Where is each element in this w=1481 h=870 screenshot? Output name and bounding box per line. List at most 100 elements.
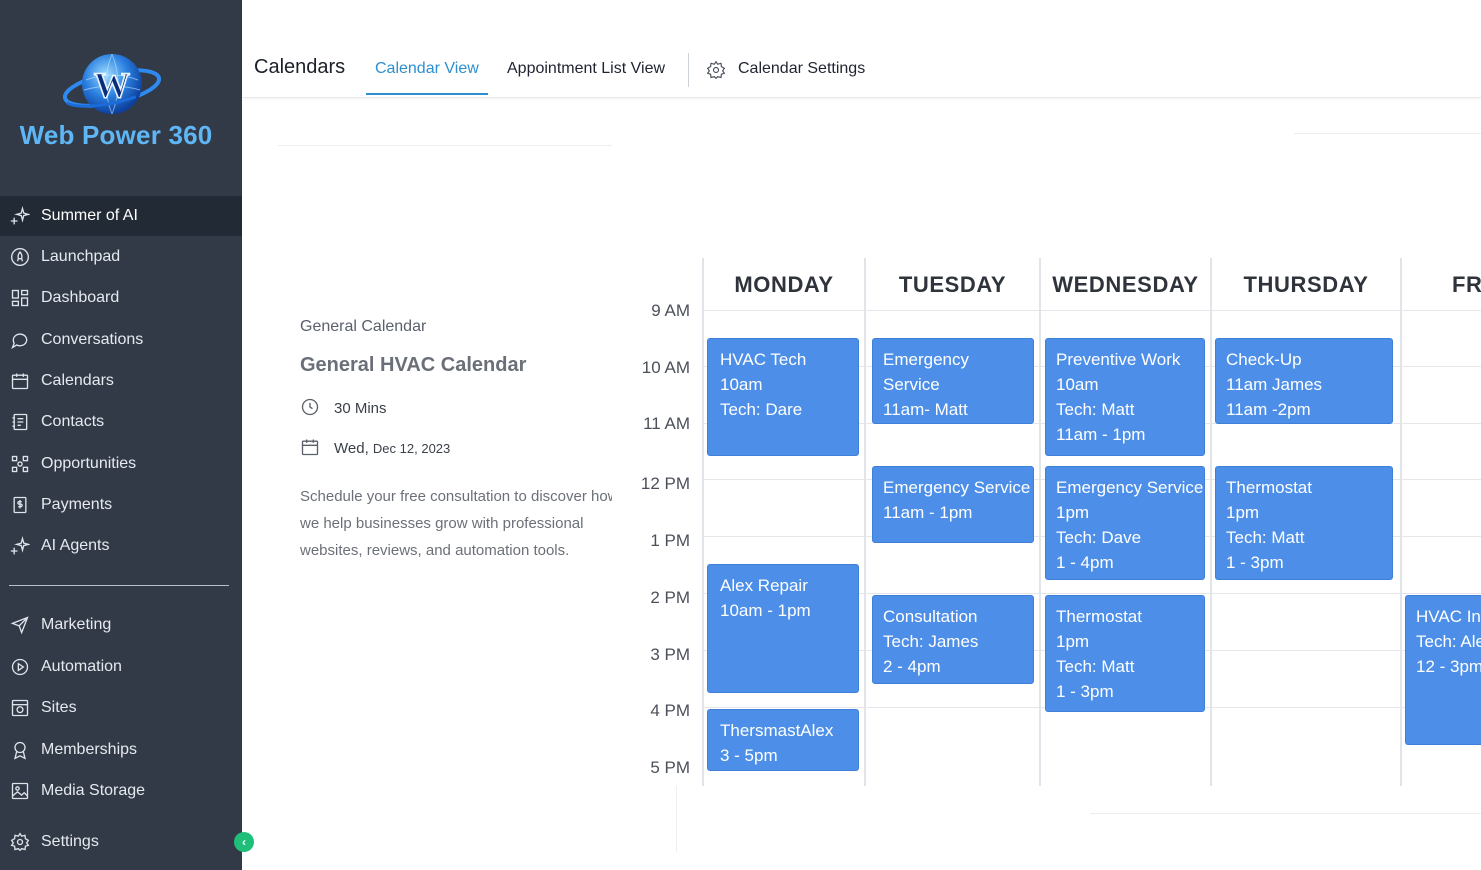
time-label: 5 PM [650, 758, 690, 777]
event-line: 1 - 3pm [1226, 553, 1284, 572]
sidebar-item-label: Dashboard [41, 289, 120, 306]
event-line: 1 - 4pm [1056, 553, 1114, 572]
sidebar-item-label: AI Agents [41, 537, 110, 554]
event-line: 11am- Matt [883, 400, 968, 419]
event-card[interactable]: Thermostat 1pm Tech: Matt 1 - 3pm [1215, 466, 1393, 580]
event-card[interactable]: Emergency Service 11am - 1pm [872, 466, 1034, 543]
sidebar-item-label: Payments [41, 496, 113, 513]
sidebar-item-summer-of-ai[interactable]: Summer of AI [0, 196, 242, 236]
sidebar-item-settings[interactable]: Settings [0, 822, 242, 862]
calendar-icon [9, 370, 31, 392]
event-card[interactable]: Thermostat 1pm Tech: Matt 1 - 3pm [1045, 595, 1205, 712]
time-label: 10 AM [641, 358, 690, 377]
sparkle-icon [9, 205, 31, 227]
tab-calendar-view[interactable]: Calendar View [375, 60, 479, 78]
date-text: Dec 12, 2023 [372, 440, 451, 456]
calendar-title: General HVAC Calendar [300, 354, 527, 376]
hour-line [702, 310, 1481, 311]
event-card[interactable]: Check-Up 11am James 11am -2pm [1215, 338, 1393, 424]
sites-icon [9, 697, 31, 719]
time-label: 2 PM [650, 588, 690, 607]
date-row: Wed, Dec 12, 2023 [300, 437, 612, 459]
description-line: Schedule your free consultation to disco… [300, 488, 612, 505]
sidebar-item-media-storage[interactable]: Media Storage [0, 771, 242, 811]
event-line: Emergency Service [883, 478, 1031, 497]
sidebar-item-label: Media Storage [41, 782, 146, 799]
sidebar-item-label: Contacts [41, 413, 105, 430]
event-line: HVAC Install [1416, 607, 1481, 626]
calendar-grid: 9 AM 10 AM 11 AM 12 PM 1 PM 2 PM 3 PM 4 … [632, 258, 1481, 786]
event-line: HVAC Tech [720, 350, 807, 369]
brand-logo[interactable]: W Web Power 360 [0, 0, 242, 196]
tab-separator [688, 53, 689, 87]
event-card[interactable]: ThersmastAlex 3 - 5pm [707, 709, 859, 771]
time-label: 9 AM [651, 301, 690, 320]
sidebar-divider [9, 585, 229, 586]
time-label: 4 PM [650, 701, 690, 720]
sidebar-collapse-button[interactable]: ‹ [234, 832, 254, 852]
event-line: Service [883, 375, 940, 394]
sidebar-item-payments[interactable]: Payments [0, 485, 242, 525]
contacts-icon [9, 411, 31, 433]
event-line: 2 - 4pm [883, 657, 941, 676]
event-line: Tech: Dare [720, 400, 803, 419]
panel-border-left [676, 786, 677, 852]
clock-icon [300, 397, 322, 419]
sidebar-item-conversations[interactable]: Conversations [0, 320, 242, 360]
event-line: Consultation [883, 607, 978, 626]
time-label: 12 PM [640, 474, 690, 493]
description-line: we help businesses grow with professiona… [300, 515, 584, 532]
day-header-tuesday: TUESDAY [898, 272, 1007, 297]
event-card[interactable]: HVAC Tech 10am Tech: Dare [707, 338, 859, 456]
sidebar-item-opportunities[interactable]: Opportunities [0, 444, 242, 484]
event-card[interactable]: Alex Repair 10am - 1pm [707, 564, 859, 693]
event-card[interactable]: Emergency Service 1pm Tech: Dave 1 - 4pm [1045, 466, 1205, 580]
day-column-line [1210, 258, 1212, 786]
panel-border-bottom [1090, 813, 1481, 814]
event-line: 11am -2pm [1226, 400, 1311, 419]
sidebar-item-launchpad[interactable]: Launchpad [0, 237, 242, 277]
chat-bubble-icon [9, 329, 31, 351]
event-card[interactable]: HVAC Install Tech: Alex 12 - 3pm [1405, 595, 1481, 745]
sidebar-item-automation[interactable]: Automation [0, 647, 242, 687]
event-line: Preventive Work [1056, 350, 1181, 369]
description-line: websites, reviews, and automation tools. [300, 542, 570, 559]
sidebar-item-label: Calendars [41, 372, 114, 389]
event-line: 11am James [1226, 375, 1323, 394]
sidebar-item-label: Launchpad [41, 248, 121, 265]
calendar-settings-link[interactable]: Calendar Settings [738, 60, 865, 78]
event-card[interactable]: Emergency Service 11am- Matt [872, 338, 1034, 424]
sidebar-item-label: Opportunities [41, 455, 137, 472]
automation-icon [9, 656, 31, 678]
sidebar-item-label: Conversations [41, 331, 144, 348]
event-line: 10am [1056, 375, 1099, 394]
sidebar-item-marketing[interactable]: Marketing [0, 605, 242, 645]
sidebar-item-dashboard[interactable]: Dashboard [0, 278, 242, 318]
sidebar-item-label: Memberships [41, 741, 138, 758]
send-icon [9, 614, 31, 636]
calendar-name: General Calendar [300, 318, 427, 335]
time-label: 3 PM [650, 645, 690, 664]
tab-appointment-list-view[interactable]: Appointment List View [507, 60, 665, 78]
day-header-friday: FRIDAY [1452, 272, 1481, 297]
time-label: 11 AM [643, 414, 690, 433]
event-card[interactable]: Preventive Work 10am Tech: Matt 11am - 1… [1045, 338, 1205, 456]
event-line: Emergency [883, 350, 969, 369]
event-line: Tech: Matt [1056, 400, 1135, 419]
sidebar-item-contacts[interactable]: Contacts [0, 402, 242, 442]
gear-icon[interactable] [706, 60, 728, 82]
event-card[interactable]: Consultation Tech: James 2 - 4pm [872, 595, 1034, 684]
sidebar-item-sites[interactable]: Sites [0, 688, 242, 728]
chevron-left-icon: ‹ [242, 835, 246, 849]
payments-icon [9, 494, 31, 516]
memberships-icon [9, 739, 31, 761]
event-line: Emergency Service [1056, 478, 1204, 497]
event-line: Check-Up [1226, 350, 1302, 369]
sidebar-item-calendars[interactable]: Calendars [0, 361, 242, 401]
page-title: Calendars [254, 56, 346, 78]
sidebar-item-memberships[interactable]: Memberships [0, 730, 242, 770]
date-day: Wed, [334, 439, 369, 457]
event-line: ThersmastAlex [720, 721, 834, 740]
sidebar-item-ai-agents[interactable]: AI Agents [0, 526, 242, 566]
event-line: 1pm [1056, 503, 1090, 522]
